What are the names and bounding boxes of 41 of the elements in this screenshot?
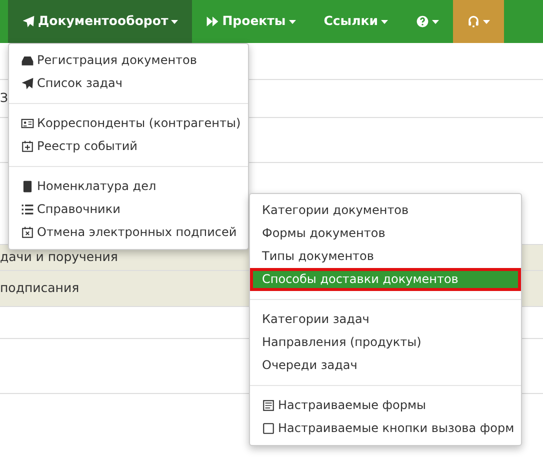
headset-icon — [467, 15, 480, 28]
caret-icon — [381, 20, 388, 24]
calendar-x-icon — [21, 226, 34, 239]
caret-icon — [288, 20, 296, 24]
help-icon — [416, 15, 430, 28]
table-cell-text: дачи и поручения — [0, 248, 118, 266]
form-icon — [262, 399, 275, 412]
inbox-icon — [21, 54, 34, 67]
menu-item[interactable]: Очереди задач — [250, 354, 521, 377]
menu-item[interactable]: Отмена электронных подписей — [9, 221, 248, 244]
nav-icon-button[interactable] — [453, 0, 504, 43]
menu-item[interactable]: Настраиваемые формы — [250, 394, 521, 417]
list-icon — [21, 203, 34, 216]
menu-item[interactable]: Номенклатура дел — [9, 175, 248, 198]
table-cell-text: З — [0, 89, 8, 108]
table-cell-text: подписания — [0, 279, 80, 298]
menu-item[interactable]: Настраиваемые кнопки вызова форм — [250, 417, 521, 440]
menu-item[interactable]: Регистрация документов — [9, 49, 248, 72]
caret-icon — [432, 20, 440, 24]
contact-card-icon — [21, 117, 34, 130]
nav-menu-item[interactable]: Проекты — [192, 0, 310, 43]
menu-item[interactable]: Типы документов — [250, 245, 521, 268]
caret-icon — [483, 20, 490, 24]
menu-item[interactable]: Список задач — [9, 72, 248, 95]
book-icon — [21, 180, 34, 193]
menu-item[interactable]: Способы доставки документов — [250, 268, 521, 291]
menu-item[interactable]: Направления (продукты) — [250, 331, 521, 354]
menu-item[interactable]: Категории задач — [250, 308, 521, 331]
nav-menu-item[interactable]: Документооборот — [8, 0, 192, 43]
menu-item[interactable]: Категории документов — [250, 199, 521, 222]
menu-item[interactable]: Справочники — [9, 198, 248, 221]
nav-menu-item[interactable]: Ссылки — [310, 0, 402, 43]
send-icon — [21, 77, 34, 90]
send-icon — [22, 15, 35, 28]
caret-icon — [171, 20, 178, 24]
menu-item[interactable]: Формы документов — [250, 222, 521, 245]
menu-item[interactable]: Корреспонденты (контрагенты) — [9, 112, 248, 135]
menu-item[interactable]: Реестр событий — [9, 135, 248, 158]
fast-forward-icon — [206, 15, 220, 28]
calendar-plus-icon — [21, 140, 34, 153]
checkbox-icon — [262, 422, 275, 435]
